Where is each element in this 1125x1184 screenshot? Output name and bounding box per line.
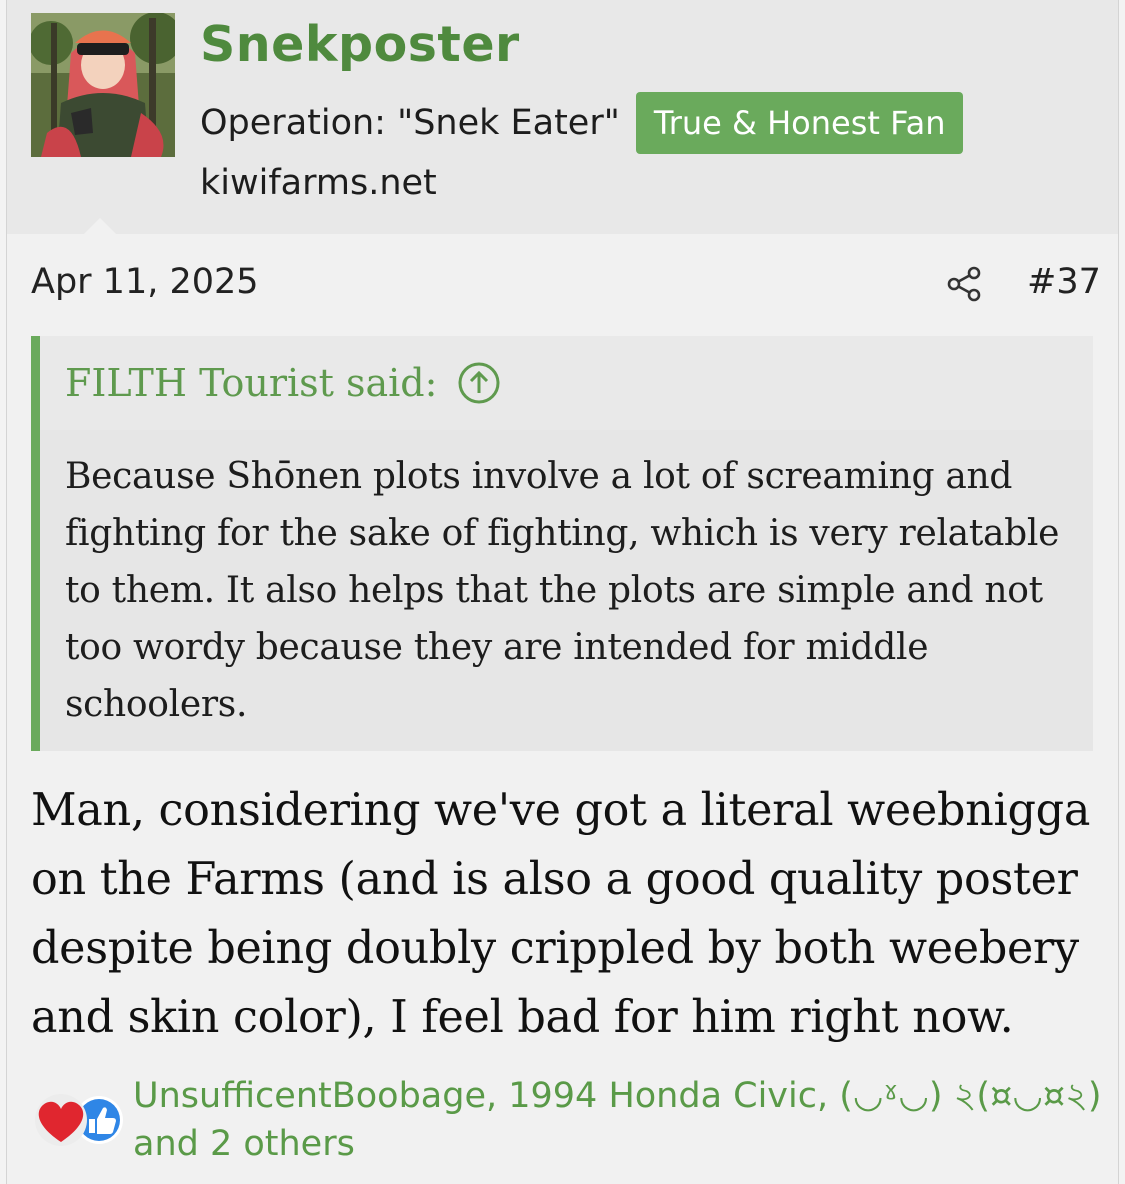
avatar[interactable] (31, 13, 175, 157)
reactors-list[interactable]: UnsufficentBoobage, 1994 Honda Civic, (◡… (133, 1072, 1113, 1168)
quote-block: FILTH Tourist said: Because Shōnen plots… (31, 336, 1093, 751)
share-icon[interactable] (945, 264, 985, 304)
message-text: Man, considering we've got a literal wee… (31, 785, 1091, 1043)
header-notch (83, 218, 117, 235)
user-title: Operation: "Snek Eater" (200, 103, 620, 143)
reaction-icons[interactable] (29, 1090, 129, 1150)
jump-to-quote-icon[interactable] (457, 361, 501, 405)
quote-text: Because Shōnen plots involve a lot of sc… (65, 456, 1060, 725)
user-header: Snekposter Operation: "Snek Eater" True … (7, 0, 1118, 234)
quote-header: FILTH Tourist said: (40, 336, 1093, 430)
avatar-image (31, 13, 175, 157)
post-container: Snekposter Operation: "Snek Eater" True … (6, 0, 1119, 1184)
user-title-row: Operation: "Snek Eater" True & Honest Fa… (200, 92, 964, 154)
quote-author-link[interactable]: FILTH Tourist said: (65, 361, 437, 405)
post-number-link[interactable]: #37 (1027, 262, 1101, 302)
reactors-line-2[interactable]: and 2 others (133, 1120, 1113, 1168)
heart-icon (35, 1094, 87, 1146)
user-banner: True & Honest Fan (635, 92, 964, 154)
username-link[interactable]: Snekposter (200, 16, 520, 73)
reactors-line-1[interactable]: UnsufficentBoobage, 1994 Honda Civic, (◡… (133, 1072, 1113, 1120)
post-date-link[interactable]: Apr 11, 2025 (31, 262, 259, 302)
user-site: kiwifarms.net (200, 163, 437, 203)
